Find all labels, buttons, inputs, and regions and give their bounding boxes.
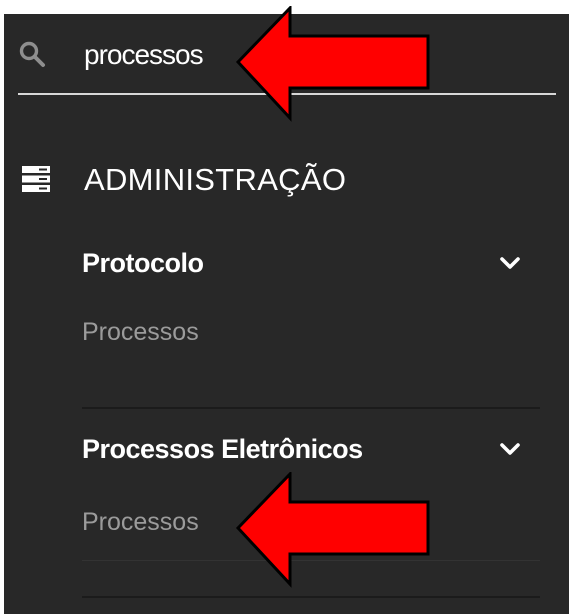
section-title: ADMINISTRAÇÃO [84,162,347,197]
red-arrow-icon [236,472,430,588]
group-divider [82,596,540,598]
section-header-administracao: ADMINISTRAÇÃO [4,154,569,204]
chevron-down-icon[interactable] [498,254,522,272]
chevron-down-icon[interactable] [498,440,522,458]
red-arrow-icon [236,6,430,122]
group-divider [82,407,540,409]
group-label: Processos Eletrônicos [82,434,363,464]
group-header-processos-eletronicos[interactable]: Processos Eletrônicos [4,428,569,472]
group-header-protocolo[interactable]: Protocolo [4,242,569,286]
server-icon [22,166,50,192]
menu-item-processos[interactable]: Processos [82,318,199,347]
menu-item-processos[interactable]: Processos [82,508,199,537]
search-icon[interactable] [18,40,46,68]
group-label: Protocolo [82,248,204,278]
